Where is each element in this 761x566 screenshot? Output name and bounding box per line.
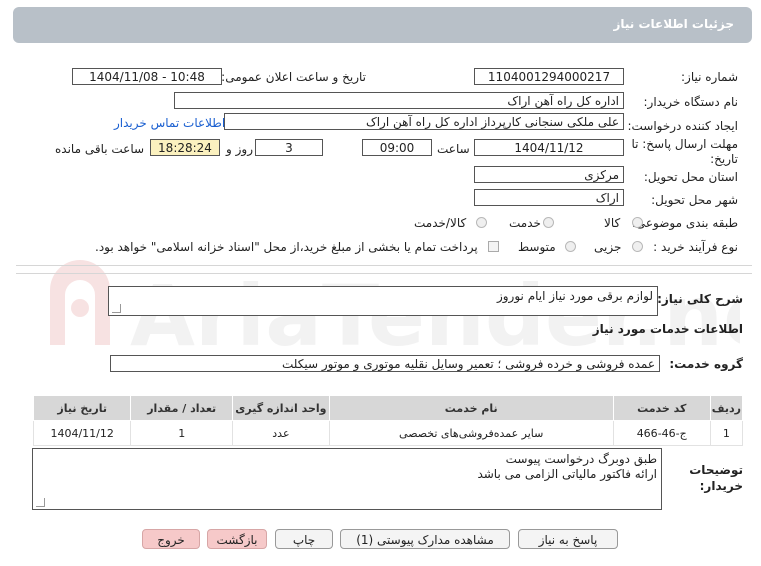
city-field: اراک: [474, 189, 624, 206]
page-header: جزئیات اطلاعات نیاز: [13, 7, 752, 43]
contact-buyer-link[interactable]: اطلاعات تماس خریدار: [114, 116, 225, 130]
col-service-name: نام خدمت: [328, 395, 614, 421]
process-label: نوع فرآیند خرید :: [653, 240, 738, 254]
services-section-title: اطلاعات خدمات مورد نیاز: [592, 322, 743, 336]
cell-quantity: 1: [130, 420, 234, 446]
service-group-label: گروه خدمت:: [669, 357, 743, 371]
city-label: شهر محل تحویل:: [651, 193, 738, 207]
col-need-date: تاریخ نیاز: [32, 395, 132, 421]
buyer-notes-line-1: طبق دوبرگ درخواست پیوست: [505, 452, 657, 466]
col-service-code: کد خدمت: [612, 395, 711, 421]
creator-field: علی ملکی سنجانی کارپرداز اداره کل راه آه…: [224, 113, 624, 130]
buyer-notes-textarea[interactable]: طبق دوبرگ درخواست پیوست ارائه فاکتور مال…: [32, 448, 662, 510]
back-button[interactable]: بازگشت: [207, 529, 267, 549]
separator: [16, 273, 752, 274]
cell-unit: عدد: [232, 420, 330, 446]
col-row: ردیف: [709, 395, 744, 421]
cell-service-name: سایر عمده‌فروشی‌های تخصصی: [328, 420, 614, 446]
process-option-medium: متوسط: [518, 240, 556, 254]
services-table: ردیف کد خدمت نام خدمت واحد اندازه گیری ت…: [32, 395, 744, 446]
creator-label: ایجاد کننده درخواست:: [627, 119, 738, 133]
need-number-label: شماره نیاز:: [681, 70, 738, 84]
process-radio-medium[interactable]: [565, 241, 576, 252]
category-option-goods-service: کالا/خدمت: [414, 216, 467, 230]
resize-handle-icon[interactable]: [112, 304, 121, 313]
resize-handle-icon[interactable]: [36, 498, 45, 507]
province-label: استان محل تحویل:: [643, 170, 738, 184]
cell-need-date: 1404/11/12: [32, 420, 132, 446]
category-option-goods: کالا: [604, 216, 621, 230]
process-option-minor: جزیی: [594, 240, 622, 254]
time-label: ساعت: [437, 142, 470, 156]
category-option-service: خدمت: [509, 216, 541, 230]
reply-button[interactable]: پاسخ به نیاز: [518, 529, 618, 549]
days-label: روز و: [226, 142, 253, 156]
exit-button[interactable]: خروج: [142, 529, 200, 549]
deadline-date-field: 1404/11/12: [474, 139, 624, 156]
deadline-time-field: 09:00: [362, 139, 432, 156]
category-label: طبقه بندی موضوعی:: [631, 216, 738, 230]
buyer-org-field: اداره کل راه آهن اراک: [174, 92, 624, 109]
service-group-field: عمده فروشی و خرده فروشی ؛ تعمیر وسایل نق…: [110, 355, 660, 372]
print-button[interactable]: چاپ: [275, 529, 333, 549]
cell-service-code: ج-46-466: [612, 420, 711, 446]
category-radio-goods-service[interactable]: [476, 217, 487, 228]
need-number-field: 1104001294000217: [474, 68, 624, 85]
announce-label: تاریخ و ساعت اعلان عمومی:: [221, 70, 366, 84]
category-radio-goods[interactable]: [632, 217, 643, 228]
announce-field: 1404/11/08 - 10:48: [72, 68, 222, 85]
treasury-note: پرداخت تمام یا بخشی از مبلغ خرید،از محل …: [95, 240, 478, 254]
deadline-label: مهلت ارسال پاسخ: تا تاریخ:: [631, 137, 738, 166]
page-title: جزئیات اطلاعات نیاز: [613, 17, 734, 31]
separator: [16, 265, 752, 266]
process-radio-minor[interactable]: [632, 241, 643, 252]
category-radio-service[interactable]: [543, 217, 554, 228]
buyer-notes-label: توضیحات خریدار:: [689, 463, 743, 493]
cell-row: 1: [709, 420, 744, 446]
days-field: 3: [255, 139, 323, 156]
treasury-checkbox[interactable]: [488, 241, 499, 252]
remaining-time-field: 18:28:24: [150, 139, 220, 156]
buyer-notes-line-2: ارائه فاکتور مالیاتی الزامی می باشد: [477, 467, 657, 481]
description-label: شرح کلی نیاز:: [657, 292, 743, 306]
description-text: لوازم برقی مورد نیاز ایام نوروز: [496, 289, 653, 303]
view-documents-button[interactable]: مشاهده مدارک پیوستی (1): [340, 529, 510, 549]
description-textarea[interactable]: لوازم برقی مورد نیاز ایام نوروز: [108, 286, 658, 316]
table-header-row: ردیف کد خدمت نام خدمت واحد اندازه گیری ت…: [32, 395, 744, 421]
remaining-label: ساعت باقی مانده: [55, 142, 145, 156]
buyer-org-label: نام دستگاه خریدار:: [643, 95, 739, 109]
col-quantity: تعداد / مقدار: [130, 395, 234, 421]
province-field: مرکزی: [474, 166, 624, 183]
col-unit: واحد اندازه گیری: [232, 395, 330, 421]
table-row: 1 ج-46-466 سایر عمده‌فروشی‌های تخصصی عدد…: [32, 420, 744, 446]
